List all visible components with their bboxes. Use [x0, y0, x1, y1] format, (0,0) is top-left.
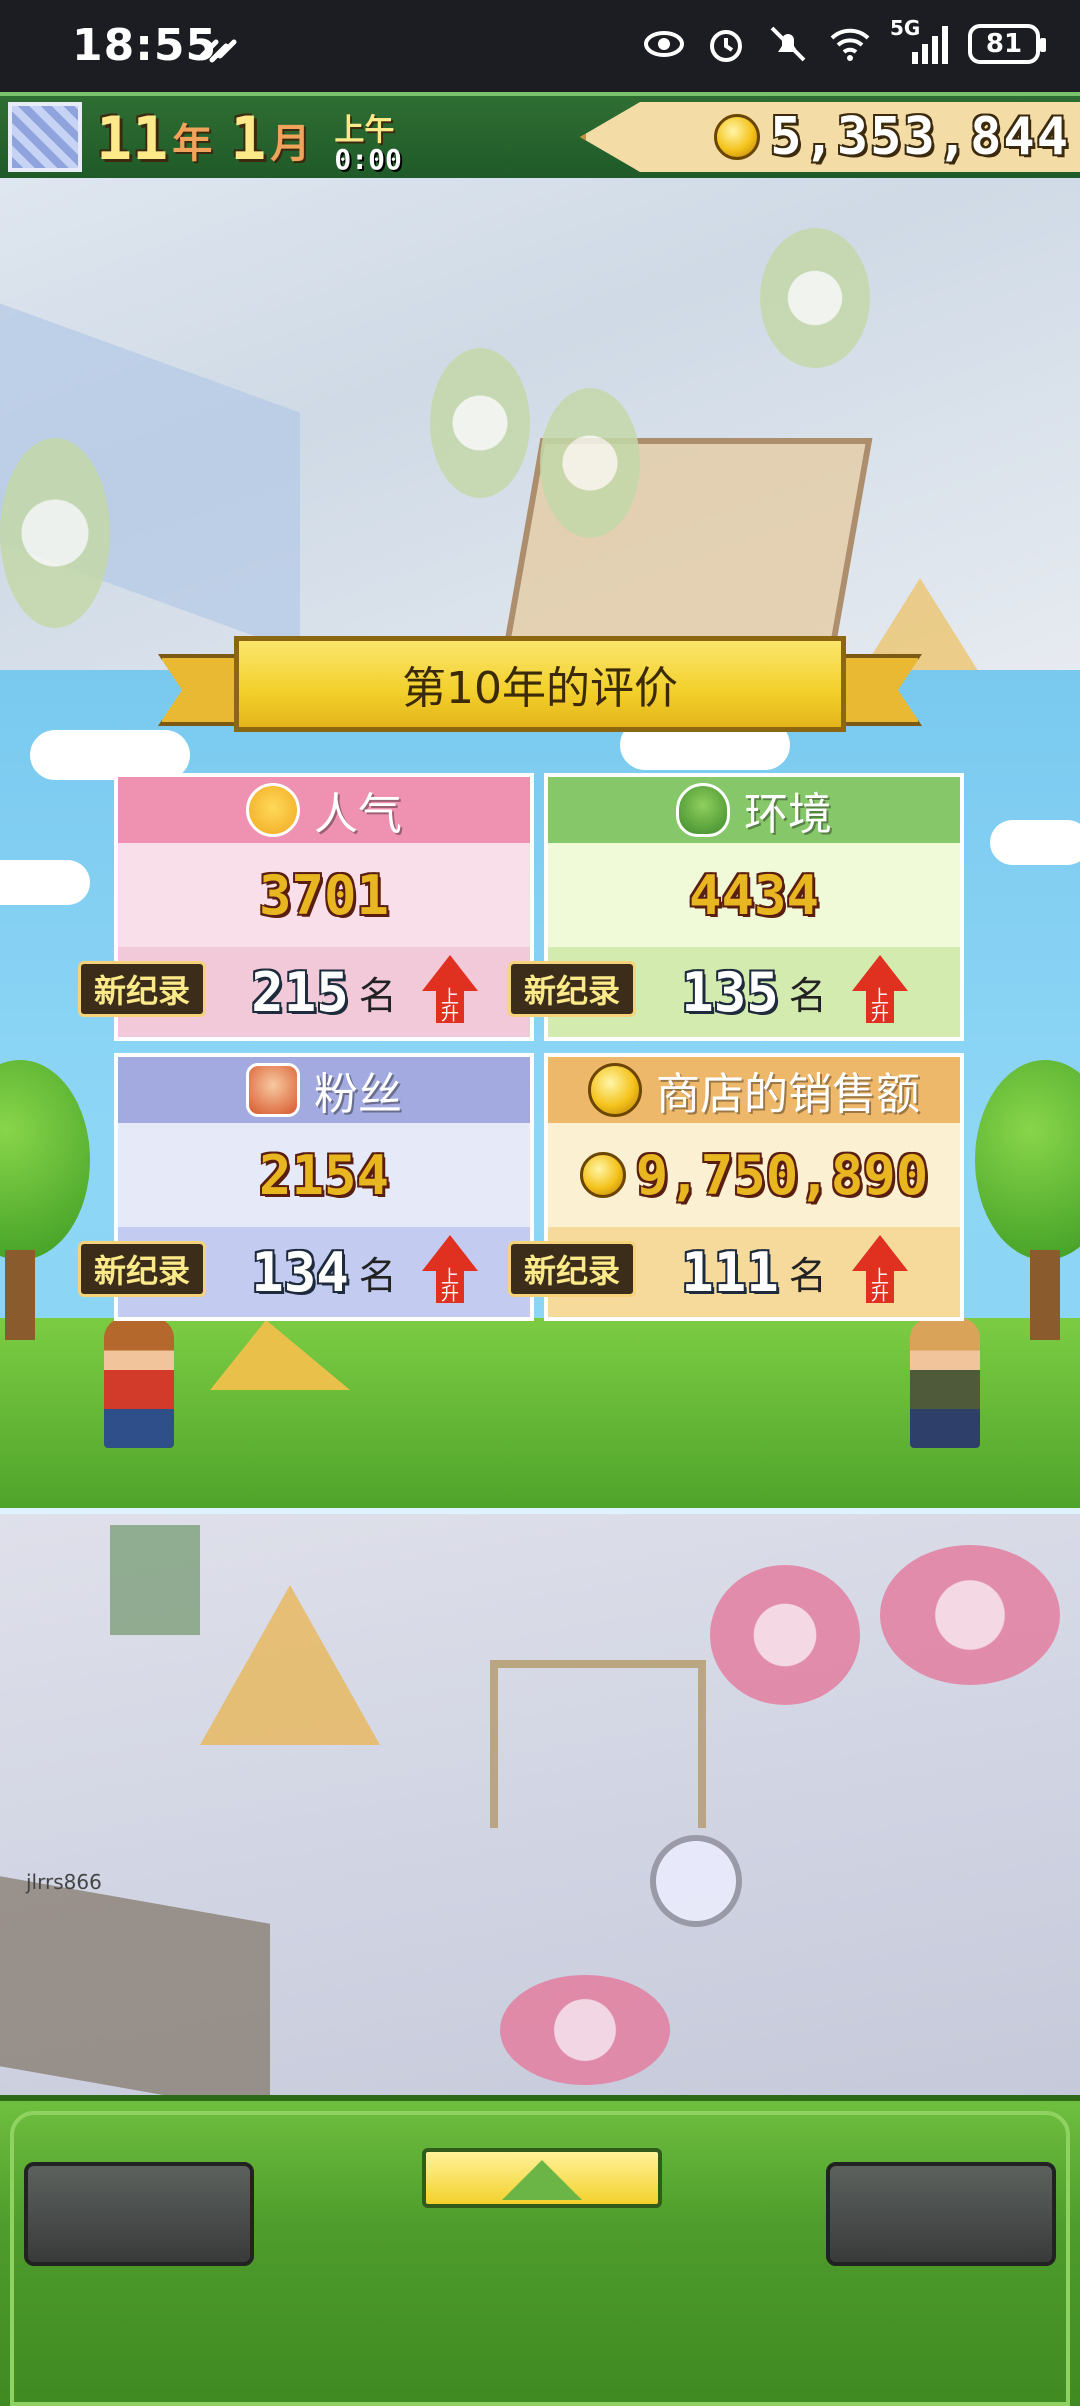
environment-label: 环境 [744, 789, 832, 840]
evaluation-title-ribbon: 第10年的评价 [158, 636, 922, 736]
money-display: 5,353,844 [580, 102, 1080, 172]
shop-sales-header: 商店的销售额 [548, 1057, 960, 1123]
rank-number: 215 [251, 960, 349, 1024]
trend-label: 上升 [866, 1269, 894, 1304]
fans-header: 粉丝 [118, 1057, 530, 1123]
alarm-icon [710, 30, 742, 62]
left-menu-button[interactable] [24, 2162, 254, 2266]
shop-sales-rank: 新纪录 111 名 上升 [508, 1227, 960, 1317]
rank-number: 111 [681, 1240, 779, 1304]
tree [0, 1060, 90, 1340]
fans-card: 粉丝 2154 新纪录 134 名 上升 [78, 1053, 534, 1321]
park-view-top [0, 178, 1080, 738]
right-menu-button[interactable] [826, 2162, 1056, 2266]
clock-value: 0:00 [334, 143, 402, 176]
environment-value: 4434 [688, 863, 820, 927]
player-avatar[interactable] [8, 102, 82, 172]
coin-icon [579, 1152, 626, 1198]
wifi-icon [830, 28, 870, 61]
kiosk [110, 1525, 200, 1635]
coin-icon [588, 1063, 642, 1117]
tent [200, 1585, 380, 1745]
evaluation-title: 第10年的评价 [402, 663, 678, 714]
trend-label: 上升 [866, 989, 894, 1024]
rank-number: 134 [251, 1240, 349, 1304]
watermark: jlrrs866 [26, 1870, 102, 1894]
rank-number: 135 [681, 960, 779, 1024]
rank-up-arrow-icon: 上升 [852, 955, 908, 1025]
rank-up-arrow-icon: 上升 [852, 1235, 908, 1305]
status-time: 18:55 [72, 20, 218, 71]
flower-bed [710, 1565, 860, 1705]
mute-icon [770, 26, 806, 62]
month-unit: 月 [270, 121, 311, 167]
rank-up-arrow-icon: 上升 [422, 955, 478, 1025]
environment-header: 环境 [548, 777, 960, 843]
popularity-header: 人气 [118, 777, 530, 843]
shop-sales-label: 商店的销售额 [656, 1069, 920, 1120]
new-record-badge: 新纪录 [78, 961, 206, 1017]
flower-bed [500, 1975, 670, 2085]
money-value: 5,353,844 [770, 107, 1070, 167]
rank-unit: 名 [358, 1253, 397, 1298]
network-type: 5G [890, 16, 921, 40]
trend-label: 上升 [436, 1269, 464, 1304]
eye-icon [644, 31, 684, 57]
link-icon [199, 39, 237, 63]
year-value: 11 [96, 104, 169, 174]
rank-up-arrow-icon: 上升 [422, 1235, 478, 1305]
cloud [0, 860, 90, 905]
new-record-badge: 新纪录 [508, 1241, 636, 1297]
popularity-rank: 新纪录 215 名 上升 [78, 947, 530, 1037]
hiker-character [104, 1318, 174, 1448]
flower-bush [540, 388, 640, 538]
shop-sales-value: 9,750,890 [635, 1143, 929, 1207]
cloud [990, 820, 1080, 865]
month-value: 1 [230, 104, 267, 174]
battery-level: 81 [985, 29, 1023, 59]
cell-signal-icon: 5G [890, 16, 950, 66]
shop-sales-card: 商店的销售额 9,750,890 新纪录 111 名 上升 [508, 1053, 964, 1321]
rank-unit: 名 [788, 973, 827, 1018]
coin-icon [714, 114, 761, 160]
fans-value: 2154 [258, 1143, 390, 1207]
flower-bush [0, 438, 110, 628]
flower-bush [430, 348, 530, 498]
tree [975, 1060, 1080, 1340]
expand-up-button[interactable] [422, 2148, 662, 2208]
ampm-label: 上午 [334, 113, 395, 148]
popularity-value: 3701 [258, 863, 390, 927]
flower-bed [880, 1545, 1060, 1685]
popularity-label: 人气 [314, 789, 402, 840]
up-arrow-icon [502, 2160, 582, 2200]
hiker-character [910, 1318, 980, 1448]
smiley-face-icon [246, 783, 300, 837]
park-clock [650, 1835, 742, 1927]
trend-label: 上升 [436, 989, 464, 1024]
swing-set [490, 1660, 706, 1828]
game-date: 11 年 1 月 上午 0:00 [96, 100, 402, 174]
rank-unit: 名 [788, 1253, 827, 1298]
fans-rank: 新纪录 134 名 上升 [78, 1227, 530, 1317]
shop-sales-value-row: 9,750,890 [548, 1123, 960, 1227]
time-of-day: 上午 0:00 [334, 116, 401, 174]
year-unit: 年 [172, 121, 213, 167]
rank-unit: 名 [358, 973, 397, 1018]
game-hud: 11 年 1 月 上午 0:00 5,353,844 [0, 92, 1080, 182]
environment-card: 环境 4434 新纪录 135 名 上升 [508, 773, 964, 1041]
fans-label: 粉丝 [314, 1069, 402, 1120]
fan-person-icon [246, 1063, 300, 1117]
popularity-card: 人气 3701 新纪录 215 名 上升 [78, 773, 534, 1041]
new-record-badge: 新纪录 [78, 1241, 206, 1297]
status-bar: 18:55 5G 81 [0, 0, 1080, 92]
environment-rank: 新纪录 135 名 上升 [508, 947, 960, 1037]
new-record-badge: 新纪录 [508, 961, 636, 1017]
battery-icon: 81 [968, 24, 1046, 64]
tree-icon [676, 783, 730, 837]
flower-bush [760, 228, 870, 368]
